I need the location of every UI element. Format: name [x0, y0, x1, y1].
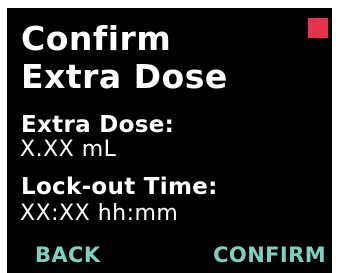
confirm-button[interactable]: CONFIRM [213, 243, 326, 267]
lockout-time-label: Lock-out Time: [21, 174, 218, 200]
title-line-1: Confirm [21, 19, 172, 58]
back-button[interactable]: BACK [35, 243, 101, 267]
softkey-bar: BACK CONFIRM [7, 237, 332, 273]
title-line-2: Extra Dose [21, 57, 228, 96]
extra-dose-value: X.XX mL [20, 137, 117, 162]
extra-dose-label: Extra Dose: [21, 112, 175, 138]
status-indicator [308, 18, 328, 38]
page-title: Confirm Extra Dose [21, 20, 228, 96]
lockout-time-value: XX:XX hh:mm [20, 201, 179, 226]
device-screen: Confirm Extra Dose Extra Dose: X.XX mL L… [7, 8, 332, 273]
